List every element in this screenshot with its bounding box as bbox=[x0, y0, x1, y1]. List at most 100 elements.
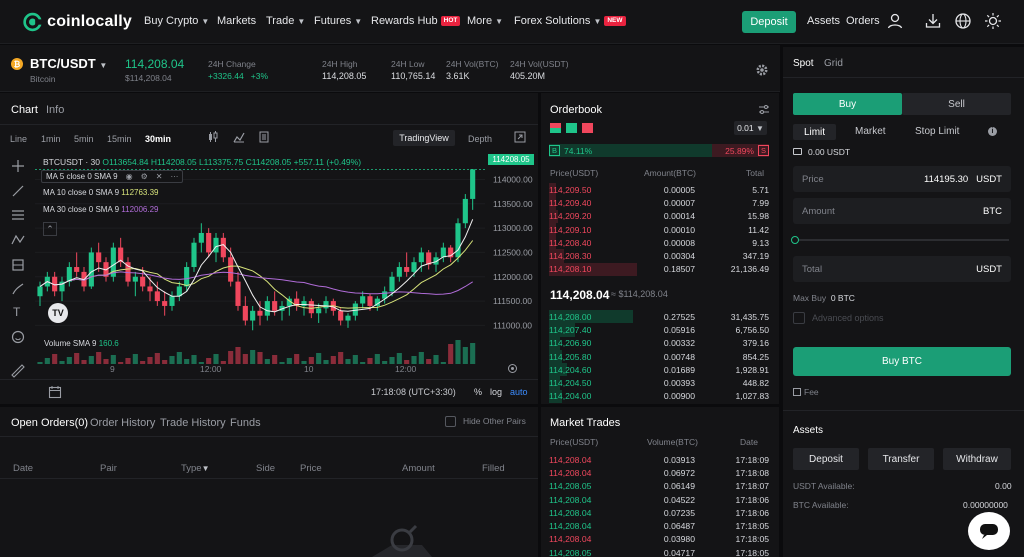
total-input[interactable]: Total USDT bbox=[793, 256, 1011, 282]
view-both-icon[interactable] bbox=[550, 123, 561, 133]
log-toggle[interactable]: log bbox=[490, 387, 502, 397]
auto-toggle[interactable]: auto bbox=[510, 387, 528, 397]
nav-forex-solutions[interactable]: Forex Solutions ▼ NEW bbox=[514, 15, 626, 27]
theme-sun-icon[interactable] bbox=[984, 12, 1002, 30]
view-bids-icon[interactable] bbox=[566, 123, 577, 133]
fee-link[interactable]: Fee bbox=[804, 387, 819, 397]
bid-row[interactable]: 114,206.90 0.00332 379.16 bbox=[549, 336, 769, 350]
amount-slider-track[interactable] bbox=[795, 239, 1009, 241]
pattern-icon[interactable] bbox=[11, 233, 25, 247]
header-deposit-button[interactable]: Deposit bbox=[742, 11, 796, 33]
assets-withdraw-button[interactable]: Withdraw bbox=[943, 448, 1011, 470]
tab-grid[interactable]: Grid bbox=[824, 58, 843, 69]
chat-support-button[interactable] bbox=[968, 512, 1010, 550]
settings-sheet-icon[interactable] bbox=[258, 131, 270, 143]
text-tool-icon[interactable]: T bbox=[13, 305, 20, 319]
bid-row[interactable]: 114,204.00 0.00900 1,027.83 bbox=[549, 389, 769, 404]
tab-chart[interactable]: Chart bbox=[11, 104, 38, 116]
ask-row[interactable]: 114,209.20 0.00014 15.98 bbox=[549, 209, 769, 223]
prediction-icon[interactable] bbox=[11, 258, 25, 272]
amount-slider-handle[interactable] bbox=[791, 236, 799, 244]
fib-icon[interactable] bbox=[11, 208, 25, 222]
ma5-legend[interactable]: MA 5 close 0 SMA 9 ◉ ⚙ ✕ ··· bbox=[41, 170, 184, 183]
trend-line-icon[interactable] bbox=[11, 184, 25, 198]
ask-row[interactable]: 114,209.10 0.00010 11.42 bbox=[549, 222, 769, 237]
assets-deposit-button[interactable]: Deposit bbox=[793, 448, 859, 470]
eye-icon[interactable]: ◉ bbox=[126, 172, 133, 181]
gear-icon[interactable] bbox=[755, 63, 769, 77]
ask-row[interactable]: 114,209.40 0.00007 7.99 bbox=[549, 196, 769, 210]
tradingview-toggle[interactable]: TradingView bbox=[393, 130, 455, 146]
nav-assets[interactable]: Assets bbox=[807, 15, 840, 27]
tf-line[interactable]: Line bbox=[10, 134, 27, 144]
precision-select[interactable]: 0.01 ▼ bbox=[734, 121, 767, 135]
volume-bar bbox=[169, 356, 175, 364]
candle-type-icon[interactable] bbox=[207, 131, 219, 143]
tab-trade-history[interactable]: Trade History bbox=[160, 417, 226, 429]
tab-open-orders[interactable]: Open Orders(0) bbox=[11, 417, 88, 429]
tab-funds[interactable]: Funds bbox=[230, 417, 261, 429]
nav-futures[interactable]: Futures ▼ bbox=[314, 15, 362, 27]
nav-buy-crypto[interactable]: Buy Crypto ▼ bbox=[144, 15, 209, 27]
tab-spot[interactable]: Spot bbox=[793, 58, 814, 69]
amount-input[interactable]: Amount BTC bbox=[793, 198, 1011, 224]
ask-row[interactable]: 114,208.30 0.00304 347.19 bbox=[549, 249, 769, 263]
pair-selector[interactable]: BTC/USDT ▼ bbox=[30, 56, 107, 71]
ruler-icon[interactable] bbox=[11, 364, 25, 378]
nav-rewards-hub[interactable]: Rewards Hub HOT bbox=[371, 15, 461, 27]
tf-30min-active[interactable]: 30min bbox=[145, 134, 171, 144]
depth-toggle[interactable]: Depth bbox=[468, 134, 492, 144]
bid-row[interactable]: 114,204.50 0.00393 448.82 bbox=[549, 376, 769, 390]
user-icon[interactable] bbox=[886, 12, 904, 30]
nav-trade[interactable]: Trade ▼ bbox=[266, 15, 305, 27]
tradingview-logo-icon[interactable]: TV bbox=[48, 303, 68, 323]
globe-icon[interactable] bbox=[954, 12, 972, 30]
nav-orders[interactable]: Orders bbox=[846, 15, 880, 27]
sell-tab-button[interactable]: Sell bbox=[902, 93, 1011, 115]
bid-row[interactable]: 114,208.00 0.27525 31,435.75 bbox=[549, 310, 769, 324]
buy-tab-button[interactable]: Buy bbox=[793, 93, 902, 115]
indicators-icon[interactable] bbox=[233, 131, 245, 143]
price-input[interactable]: Price 114195.30 USDT bbox=[793, 166, 1011, 192]
download-icon[interactable] bbox=[924, 12, 942, 30]
ask-row[interactable]: 114,208.40 0.00008 9.13 bbox=[549, 236, 769, 250]
ask-row[interactable]: 114,209.50 0.00005 5.71 bbox=[549, 183, 769, 197]
settings-icon[interactable]: ⚙ bbox=[141, 172, 148, 181]
tab-order-history[interactable]: Order History bbox=[90, 417, 155, 429]
tf-15min[interactable]: 15min bbox=[107, 134, 132, 144]
ask-row[interactable]: 114,208.10 0.18507 21,136.49 bbox=[549, 262, 769, 277]
calendar-icon[interactable] bbox=[48, 385, 62, 399]
order-type-stop-limit[interactable]: Stop Limit bbox=[915, 126, 959, 137]
close-icon[interactable]: ✕ bbox=[156, 172, 163, 181]
collapse-legend-icon[interactable]: ⌃ bbox=[43, 222, 57, 236]
nav-markets[interactable]: Markets bbox=[217, 15, 256, 27]
axis-settings-icon[interactable] bbox=[507, 363, 518, 374]
volume-bar bbox=[118, 362, 124, 364]
tf-5min[interactable]: 5min bbox=[74, 134, 94, 144]
order-type-market[interactable]: Market bbox=[855, 126, 886, 137]
tf-1min[interactable]: 1min bbox=[41, 134, 61, 144]
volume-bar bbox=[44, 358, 50, 364]
col-type[interactable]: Type▼ bbox=[181, 463, 210, 474]
brush-icon[interactable] bbox=[11, 282, 25, 296]
buy-btc-button[interactable]: Buy BTC bbox=[793, 347, 1011, 376]
sliders-icon[interactable] bbox=[758, 104, 770, 115]
tab-info[interactable]: Info bbox=[46, 104, 64, 116]
price-cell: 114,209.40 bbox=[549, 197, 592, 208]
percent-toggle[interactable]: % bbox=[474, 387, 482, 397]
more-icon[interactable]: ··· bbox=[170, 172, 178, 181]
view-asks-icon[interactable] bbox=[582, 123, 593, 133]
advanced-options-checkbox[interactable] bbox=[793, 312, 805, 324]
nav-more[interactable]: More ▼ bbox=[467, 15, 503, 27]
brand-logo[interactable]: coinlocally bbox=[22, 9, 132, 35]
hide-pairs-checkbox[interactable] bbox=[445, 416, 456, 427]
assets-transfer-button[interactable]: Transfer bbox=[868, 448, 934, 470]
bid-row[interactable]: 114,207.40 0.05916 6,756.50 bbox=[549, 323, 769, 337]
fullscreen-icon[interactable] bbox=[514, 131, 526, 143]
emoji-icon[interactable] bbox=[11, 330, 25, 344]
bid-row[interactable]: 114,204.60 0.01689 1,928.91 bbox=[549, 363, 769, 377]
info-icon[interactable]: i bbox=[988, 127, 997, 136]
crosshair-icon[interactable] bbox=[11, 159, 25, 173]
order-type-limit[interactable]: Limit bbox=[793, 124, 836, 140]
bid-row[interactable]: 114,205.80 0.00748 854.25 bbox=[549, 349, 769, 364]
